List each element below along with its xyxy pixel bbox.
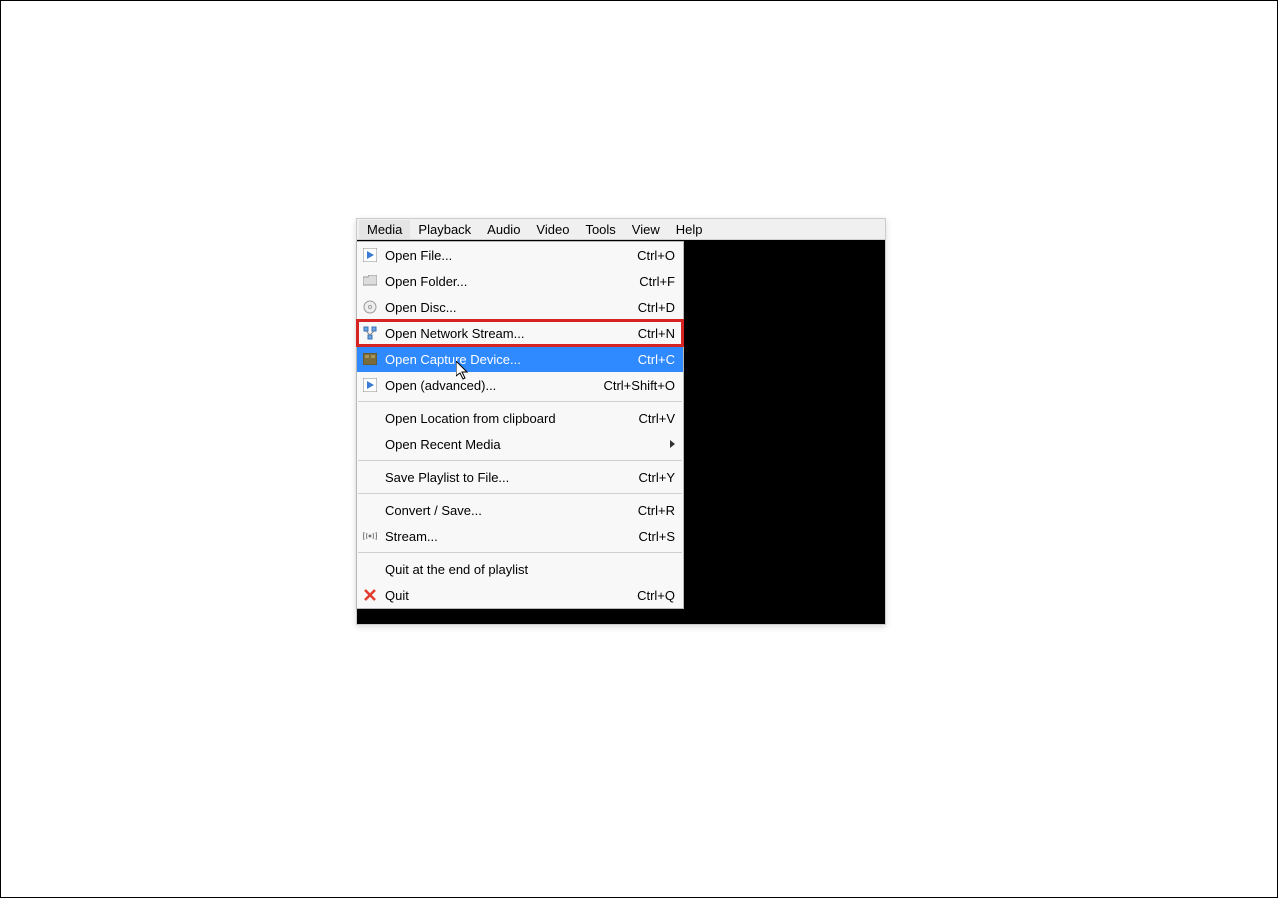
menu-shortcut: Ctrl+Q bbox=[637, 588, 675, 603]
menu-shortcut: Ctrl+D bbox=[638, 300, 675, 315]
play-file-icon bbox=[361, 246, 379, 264]
menu-quit-end-playlist[interactable]: Quit at the end of playlist bbox=[357, 556, 683, 582]
menu-shortcut: Ctrl+F bbox=[639, 274, 675, 289]
play-file-icon bbox=[361, 376, 379, 394]
close-icon bbox=[361, 586, 379, 604]
menubar-view[interactable]: View bbox=[624, 220, 668, 239]
menu-label: Stream... bbox=[385, 529, 619, 544]
media-menu-dropdown: Open File... Ctrl+O Open Folder... Ctrl+… bbox=[356, 241, 684, 609]
menu-open-location-clipboard[interactable]: Open Location from clipboard Ctrl+V bbox=[357, 405, 683, 431]
menu-save-playlist[interactable]: Save Playlist to File... Ctrl+Y bbox=[357, 464, 683, 490]
menu-separator bbox=[358, 460, 682, 461]
menu-open-capture-device[interactable]: Open Capture Device... Ctrl+C bbox=[357, 346, 683, 372]
menu-label: Save Playlist to File... bbox=[385, 470, 619, 485]
menubar-help[interactable]: Help bbox=[668, 220, 711, 239]
menu-label: Open Folder... bbox=[385, 274, 619, 289]
menu-label: Quit bbox=[385, 588, 617, 603]
blank-icon bbox=[361, 435, 379, 453]
menu-open-recent-media[interactable]: Open Recent Media bbox=[357, 431, 683, 457]
menu-shortcut: Ctrl+Y bbox=[639, 470, 675, 485]
menubar-media[interactable]: Media bbox=[359, 220, 410, 239]
menu-open-network-stream[interactable]: Open Network Stream... Ctrl+N bbox=[357, 320, 683, 346]
menubar-video[interactable]: Video bbox=[528, 220, 577, 239]
menu-label: Open (advanced)... bbox=[385, 378, 583, 393]
blank-icon bbox=[361, 560, 379, 578]
menu-open-folder[interactable]: Open Folder... Ctrl+F bbox=[357, 268, 683, 294]
blank-icon bbox=[361, 468, 379, 486]
menu-label: Open File... bbox=[385, 248, 617, 263]
menu-label: Open Capture Device... bbox=[385, 352, 618, 367]
chevron-right-icon bbox=[670, 440, 675, 448]
menu-label: Open Recent Media bbox=[385, 437, 660, 452]
menu-shortcut: Ctrl+S bbox=[639, 529, 675, 544]
menu-open-disc[interactable]: Open Disc... Ctrl+D bbox=[357, 294, 683, 320]
menu-shortcut: Ctrl+C bbox=[638, 352, 675, 367]
menubar-tools[interactable]: Tools bbox=[577, 220, 623, 239]
folder-icon bbox=[361, 272, 379, 290]
menu-separator bbox=[358, 401, 682, 402]
menu-separator bbox=[358, 552, 682, 553]
blank-icon bbox=[361, 409, 379, 427]
menubar: Media Playback Audio Video Tools View He… bbox=[357, 219, 885, 240]
menu-shortcut: Ctrl+Shift+O bbox=[603, 378, 675, 393]
disc-icon bbox=[361, 298, 379, 316]
menu-label: Convert / Save... bbox=[385, 503, 618, 518]
menu-separator bbox=[358, 493, 682, 494]
menu-label: Quit at the end of playlist bbox=[385, 562, 655, 577]
menu-label: Open Location from clipboard bbox=[385, 411, 619, 426]
menu-label: Open Disc... bbox=[385, 300, 618, 315]
menu-quit[interactable]: Quit Ctrl+Q bbox=[357, 582, 683, 608]
network-icon bbox=[361, 324, 379, 342]
menu-open-advanced[interactable]: Open (advanced)... Ctrl+Shift+O bbox=[357, 372, 683, 398]
menu-shortcut: Ctrl+V bbox=[639, 411, 675, 426]
menu-label: Open Network Stream... bbox=[385, 326, 618, 341]
blank-icon bbox=[361, 501, 379, 519]
menu-open-file[interactable]: Open File... Ctrl+O bbox=[357, 242, 683, 268]
menu-stream[interactable]: Stream... Ctrl+S bbox=[357, 523, 683, 549]
menu-shortcut: Ctrl+O bbox=[637, 248, 675, 263]
menubar-audio[interactable]: Audio bbox=[479, 220, 528, 239]
menu-shortcut: Ctrl+N bbox=[638, 326, 675, 341]
stream-icon bbox=[361, 527, 379, 545]
menu-shortcut: Ctrl+R bbox=[638, 503, 675, 518]
menu-convert-save[interactable]: Convert / Save... Ctrl+R bbox=[357, 497, 683, 523]
capture-icon bbox=[361, 350, 379, 368]
menubar-playback[interactable]: Playback bbox=[410, 220, 479, 239]
